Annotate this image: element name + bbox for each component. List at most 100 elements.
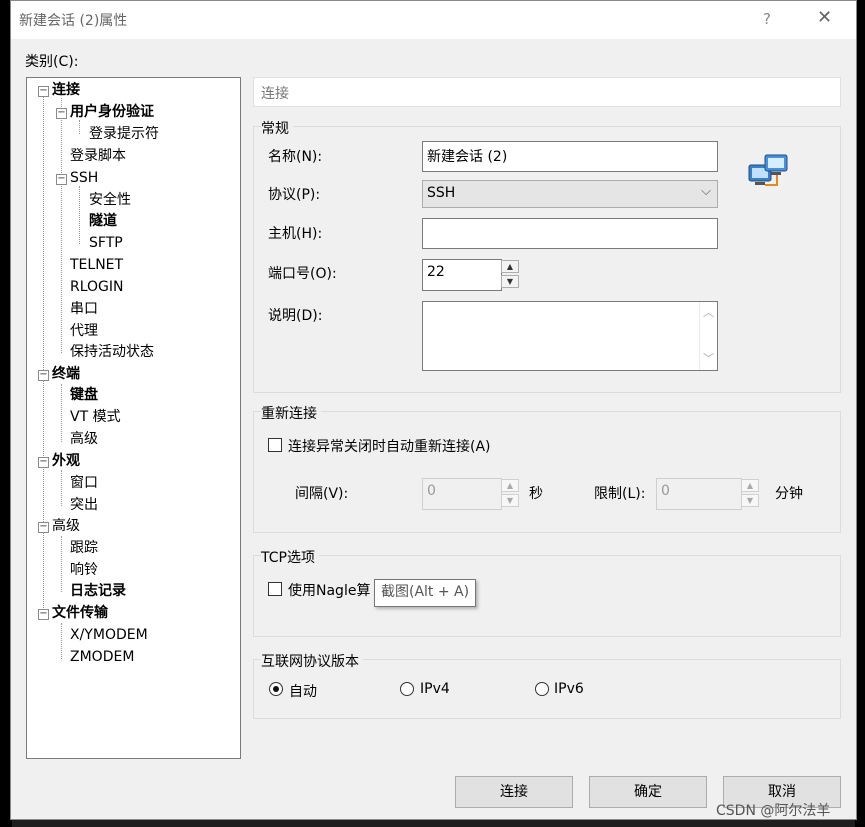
collapse-icon[interactable]: − [38, 609, 49, 620]
general-group-title: 常规 [261, 118, 293, 138]
window-title: 新建会话 (2)属性 [19, 13, 128, 29]
tree-item-advanced[interactable]: 高级 [52, 517, 80, 535]
port-label: 端口号(O): [268, 266, 337, 282]
ip-version-group-title: 互联网协议版本 [261, 651, 363, 671]
title-bar: 新建会话 (2)属性 ? ✕ [11, 1, 856, 39]
tree-item-log[interactable]: 日志记录 [70, 582, 126, 600]
collapse-icon[interactable]: − [38, 522, 49, 533]
tree-item-appearance[interactable]: 外观 [52, 452, 80, 470]
csdn-watermark: CSDN @阿尔法羊 [716, 803, 831, 819]
tree-item-sftp[interactable]: SFTP [89, 234, 123, 252]
help-button[interactable]: ? [763, 10, 771, 28]
tree-line [61, 384, 62, 442]
ipv6-radio[interactable] [535, 682, 549, 696]
limit-label: 限制(L): [594, 486, 646, 502]
limit-unit: 分钟 [775, 486, 803, 502]
connect-button[interactable]: 连接 [455, 776, 573, 808]
tree-line [79, 186, 80, 244]
name-label: 名称(N): [268, 149, 323, 165]
tree-line [61, 98, 62, 353]
ipv4-label: IPv4 [420, 681, 450, 697]
limit-input[interactable]: 0 [656, 478, 742, 510]
tree-item-ssh[interactable]: SSH [70, 169, 98, 187]
interval-label: 间隔(V): [295, 486, 349, 502]
ipv6-label: IPv6 [554, 681, 584, 697]
tree-item-zmodem[interactable]: ZMODEM [70, 648, 134, 666]
tree-item-keepalive[interactable]: 保持活动状态 [70, 343, 154, 361]
tree-item-file-transfer[interactable]: 文件传输 [52, 604, 108, 622]
category-label: 类别(C): [25, 54, 79, 70]
tree-item-serial[interactable]: 串口 [70, 300, 98, 318]
tree-item-keyboard[interactable]: 键盘 [70, 386, 98, 404]
tree-item-proxy[interactable]: 代理 [70, 322, 98, 340]
ip-auto-radio[interactable] [269, 682, 283, 696]
spin-down-icon[interactable]: ▼ [501, 275, 519, 288]
interval-spinner[interactable]: ▲ ▼ [501, 479, 519, 509]
tree-line [61, 536, 62, 592]
tree-item-connection[interactable]: 连接 [52, 81, 80, 99]
tree-item-login-prompts[interactable]: 登录提示符 [89, 125, 159, 143]
collapse-icon[interactable]: − [38, 86, 49, 97]
ip-auto-label: 自动 [289, 684, 317, 700]
tree-line [61, 470, 62, 506]
scroll-up-icon[interactable]: ︿ [703, 304, 714, 320]
section-title: 连接 [261, 86, 289, 102]
host-label: 主机(H): [268, 226, 323, 242]
protocol-label: 协议(P): [268, 187, 321, 203]
tree-item-bell[interactable]: 响铃 [70, 561, 98, 579]
scroll-down-icon[interactable]: ﹀ [703, 350, 714, 366]
interval-input[interactable]: 0 [422, 478, 502, 510]
ok-button[interactable]: 确定 [589, 776, 707, 808]
tree-item-vt-mode[interactable]: VT 模式 [70, 408, 121, 426]
tree-item-login-script[interactable]: 登录脚本 [70, 147, 126, 165]
name-input[interactable]: 新建会话 (2) [422, 141, 718, 172]
network-connection-icon [748, 154, 788, 186]
tree-item-user-auth[interactable]: 用户身份验证 [70, 103, 154, 121]
reconnect-group-title: 重新连接 [261, 403, 321, 423]
tcp-group-title: TCP选项 [261, 547, 319, 567]
screenshot-tooltip: 截图(Alt + A) [374, 579, 477, 607]
ipv4-radio[interactable] [400, 682, 414, 696]
spin-up-icon[interactable]: ▲ [741, 479, 759, 492]
description-scrollbar[interactable]: ︿ ﹀ [699, 302, 717, 370]
tree-item-terminal[interactable]: 终端 [52, 365, 80, 383]
tree-item-trace[interactable]: 跟踪 [70, 539, 98, 557]
tree-item-highlight[interactable]: 突出 [70, 496, 98, 514]
tree-item-tunnel[interactable]: 隧道 [89, 212, 117, 230]
collapse-icon[interactable]: − [56, 174, 67, 185]
port-input[interactable]: 22 [422, 259, 502, 291]
nagle-checkbox[interactable] [268, 582, 282, 596]
description-textarea[interactable] [422, 301, 718, 371]
host-input[interactable] [422, 218, 718, 249]
collapse-icon[interactable]: − [38, 457, 49, 468]
spin-down-icon[interactable]: ▼ [501, 494, 519, 507]
close-button[interactable]: ✕ [817, 7, 832, 28]
spin-up-icon[interactable]: ▲ [501, 479, 519, 492]
tree-line [61, 623, 62, 659]
tree-line [79, 120, 80, 134]
interval-unit: 秒 [529, 486, 543, 502]
tree-item-xymodem[interactable]: X/YMODEM [70, 626, 148, 644]
port-spinner[interactable]: ▲ ▼ [501, 260, 519, 290]
auto-reconnect-checkbox[interactable] [268, 438, 282, 452]
auto-reconnect-label: 连接异常关闭时自动重新连接(A) [288, 439, 491, 455]
spin-down-icon[interactable]: ▼ [741, 494, 759, 507]
collapse-icon[interactable]: − [56, 108, 67, 119]
tree-item-security[interactable]: 安全性 [89, 191, 131, 209]
description-label: 说明(D): [268, 308, 323, 324]
category-tree[interactable]: − 连接 − 用户身份验证 登录提示符 登录脚本 − SSH 安全性 隧道 SF… [26, 77, 241, 759]
collapse-icon[interactable]: − [38, 370, 49, 381]
limit-spinner[interactable]: ▲ ▼ [741, 479, 759, 509]
spin-up-icon[interactable]: ▲ [501, 260, 519, 273]
protocol-value: SSH [427, 185, 456, 201]
tree-item-terminal-advanced[interactable]: 高级 [70, 430, 98, 448]
tree-item-rlogin[interactable]: RLOGIN [70, 278, 124, 296]
chevron-down-icon: ⌵ [701, 184, 711, 199]
tree-item-telnet[interactable]: TELNET [70, 256, 123, 274]
nagle-label: 使用Nagle算 [288, 583, 371, 599]
section-header: 连接 [253, 77, 841, 107]
tree-line [43, 96, 44, 620]
protocol-select[interactable]: SSH ⌵ [422, 180, 718, 208]
tree-item-window[interactable]: 窗口 [70, 474, 98, 492]
session-properties-dialog: 新建会话 (2)属性 ? ✕ 类别(C): − 连接 − 用户身份验证 登录提示… [10, 0, 857, 820]
